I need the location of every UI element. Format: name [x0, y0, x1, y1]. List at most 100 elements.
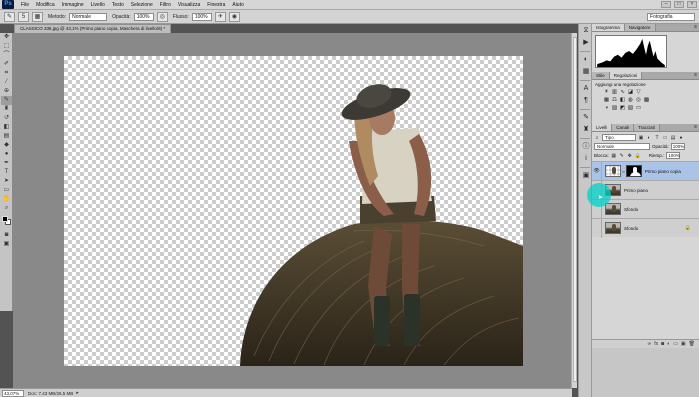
visibility-toggle[interactable]: [592, 218, 602, 238]
menu-aiuto[interactable]: Aiuto: [232, 2, 243, 8]
history-brush-tool-icon[interactable]: ↺: [1, 114, 12, 123]
brush-panel-icon[interactable]: ▦: [32, 11, 43, 22]
layer-name[interactable]: Sfondo: [624, 226, 638, 231]
move-tool-icon[interactable]: ✥: [1, 33, 12, 42]
layer-filter-select[interactable]: Tipo: [602, 134, 636, 141]
layer-name[interactable]: Primo piano copia: [645, 169, 681, 174]
mask-link-icon[interactable]: ∞: [622, 169, 625, 174]
vertical-scrollbar[interactable]: [571, 33, 577, 388]
adjustments-menu-icon[interactable]: ≡: [694, 72, 697, 79]
tab-istogramma[interactable]: Istogramma: [592, 24, 625, 31]
color-panel-icon[interactable]: ◐: [580, 55, 592, 65]
curves-icon[interactable]: ∿: [619, 89, 626, 96]
filter-toggle-icon[interactable]: ●: [678, 135, 684, 141]
exposure-icon[interactable]: ◪: [627, 89, 634, 96]
tab-canali[interactable]: Canali: [612, 124, 635, 131]
filter-shape-icon[interactable]: ▭: [662, 135, 668, 141]
layer-thumbnail[interactable]: [605, 165, 621, 177]
brush-tool-preset-icon[interactable]: ✎: [4, 11, 15, 22]
airbrush-icon[interactable]: ✈: [214, 11, 226, 22]
lasso-tool-icon[interactable]: ⌒: [1, 51, 12, 60]
layer-row[interactable]: Sfondo 🔒: [592, 218, 699, 238]
mode-select[interactable]: Normale: [69, 12, 108, 21]
quick-selection-tool-icon[interactable]: ✐: [1, 60, 12, 69]
close-icon[interactable]: ×: [687, 1, 697, 8]
invert-icon[interactable]: ◑: [603, 105, 610, 112]
info-panel-icon[interactable]: i: [580, 154, 592, 164]
layer-mask-thumbnail[interactable]: [625, 165, 642, 177]
blend-mode-select[interactable]: Normale: [594, 143, 650, 150]
new-layer-icon[interactable]: ▣: [681, 341, 686, 347]
layer-comps-icon[interactable]: ▣: [580, 171, 592, 181]
channel-mixer-icon[interactable]: ◎: [635, 97, 642, 104]
menu-modifica[interactable]: Modifica: [36, 2, 55, 8]
layer-thumbnail[interactable]: [605, 222, 621, 234]
filter-smart-icon[interactable]: ▤: [670, 135, 676, 141]
gradient-tool-icon[interactable]: ▤: [1, 132, 12, 141]
workspace-select[interactable]: Fotografia: [647, 13, 695, 21]
opacity-field[interactable]: 100%: [133, 12, 154, 21]
blur-tool-icon[interactable]: ◆: [1, 141, 12, 150]
properties-panel-icon[interactable]: ⓘ: [580, 142, 592, 152]
new-adjustment-icon[interactable]: ◐: [667, 341, 670, 347]
pen-tool-icon[interactable]: ✒: [1, 159, 12, 168]
hand-tool-icon[interactable]: ✋: [1, 195, 12, 204]
selective-color-icon[interactable]: ▧: [627, 105, 634, 112]
layer-name[interactable]: Sfondo: [624, 207, 638, 212]
filter-pixel-icon[interactable]: ▣: [638, 135, 644, 141]
document-tab[interactable]: CLASSICO 336.jpg @ 43,1% (Primo piano co…: [14, 24, 172, 33]
eyedropper-tool-icon[interactable]: ⁄: [1, 78, 12, 87]
minimize-icon[interactable]: –: [661, 1, 671, 8]
tab-livelli[interactable]: Livelli: [592, 124, 613, 131]
menu-filtro[interactable]: Filtro: [160, 2, 171, 8]
panel-menu-icon[interactable]: ≡: [694, 24, 697, 31]
photo-filter-icon[interactable]: ◍: [627, 97, 634, 104]
status-menu-arrow-icon[interactable]: ▸: [76, 390, 79, 396]
crop-tool-icon[interactable]: ⌗: [1, 69, 12, 78]
threshold-icon[interactable]: ◩: [619, 105, 626, 112]
history-panel-icon[interactable]: ⧖: [580, 26, 592, 36]
menu-file[interactable]: File: [21, 2, 29, 8]
maximize-icon[interactable]: □: [674, 1, 684, 8]
posterize-icon[interactable]: ▨: [611, 105, 618, 112]
zoom-tool-icon[interactable]: ⌕: [1, 204, 12, 213]
menu-finestra[interactable]: Finestra: [207, 2, 225, 8]
fill-field[interactable]: 100%: [666, 152, 681, 159]
clone-source-panel-icon[interactable]: ♜: [580, 125, 592, 135]
menu-livello[interactable]: Livello: [91, 2, 105, 8]
rectangle-tool-icon[interactable]: ▭: [1, 186, 12, 195]
screen-mode-icon[interactable]: ▣: [1, 240, 12, 249]
menu-testo[interactable]: Testo: [112, 2, 124, 8]
layers-menu-icon[interactable]: ≡: [694, 124, 697, 131]
flow-field[interactable]: 100%: [191, 12, 212, 21]
pressure-size-icon[interactable]: ◉: [228, 11, 240, 22]
tab-navigatore[interactable]: Navigatore: [624, 24, 656, 31]
layer-opacity-field[interactable]: 100%: [670, 143, 685, 150]
brush-panel-icon[interactable]: ✎: [580, 113, 592, 123]
actions-panel-icon[interactable]: ▶: [580, 38, 592, 48]
tab-regolazioni[interactable]: Regolazioni: [609, 72, 643, 79]
healing-brush-tool-icon[interactable]: ⊕: [1, 87, 12, 96]
lock-pixels-icon[interactable]: ✎: [619, 153, 625, 159]
color-lookup-icon[interactable]: ▩: [643, 97, 650, 104]
new-group-icon[interactable]: ▭: [673, 341, 678, 347]
gradient-map-icon[interactable]: ▭: [635, 105, 642, 112]
color-swatches[interactable]: [1, 215, 12, 229]
black-white-icon[interactable]: ◧: [619, 97, 626, 104]
hue-saturation-icon[interactable]: ▦: [603, 97, 610, 104]
paragraph-panel-icon[interactable]: ¶: [580, 96, 592, 106]
eraser-tool-icon[interactable]: ◧: [1, 123, 12, 132]
image-canvas[interactable]: [64, 56, 523, 366]
brightness-contrast-icon[interactable]: ☀: [603, 89, 610, 96]
scrollbar-thumb[interactable]: [573, 37, 577, 382]
filter-type-icon[interactable]: T: [654, 135, 660, 141]
swatches-panel-icon[interactable]: ▦: [580, 67, 592, 77]
lock-position-icon[interactable]: ✥: [627, 153, 633, 159]
lock-transparent-icon[interactable]: ▦: [611, 153, 617, 159]
visibility-eye-icon[interactable]: 👁: [592, 161, 602, 181]
type-tool-icon[interactable]: T: [1, 168, 12, 177]
delete-layer-icon[interactable]: 🗑: [689, 341, 695, 347]
marquee-tool-icon[interactable]: ⬚: [1, 42, 12, 51]
clone-stamp-tool-icon[interactable]: ♜: [1, 105, 12, 114]
tab-stile[interactable]: Stile: [592, 72, 610, 79]
